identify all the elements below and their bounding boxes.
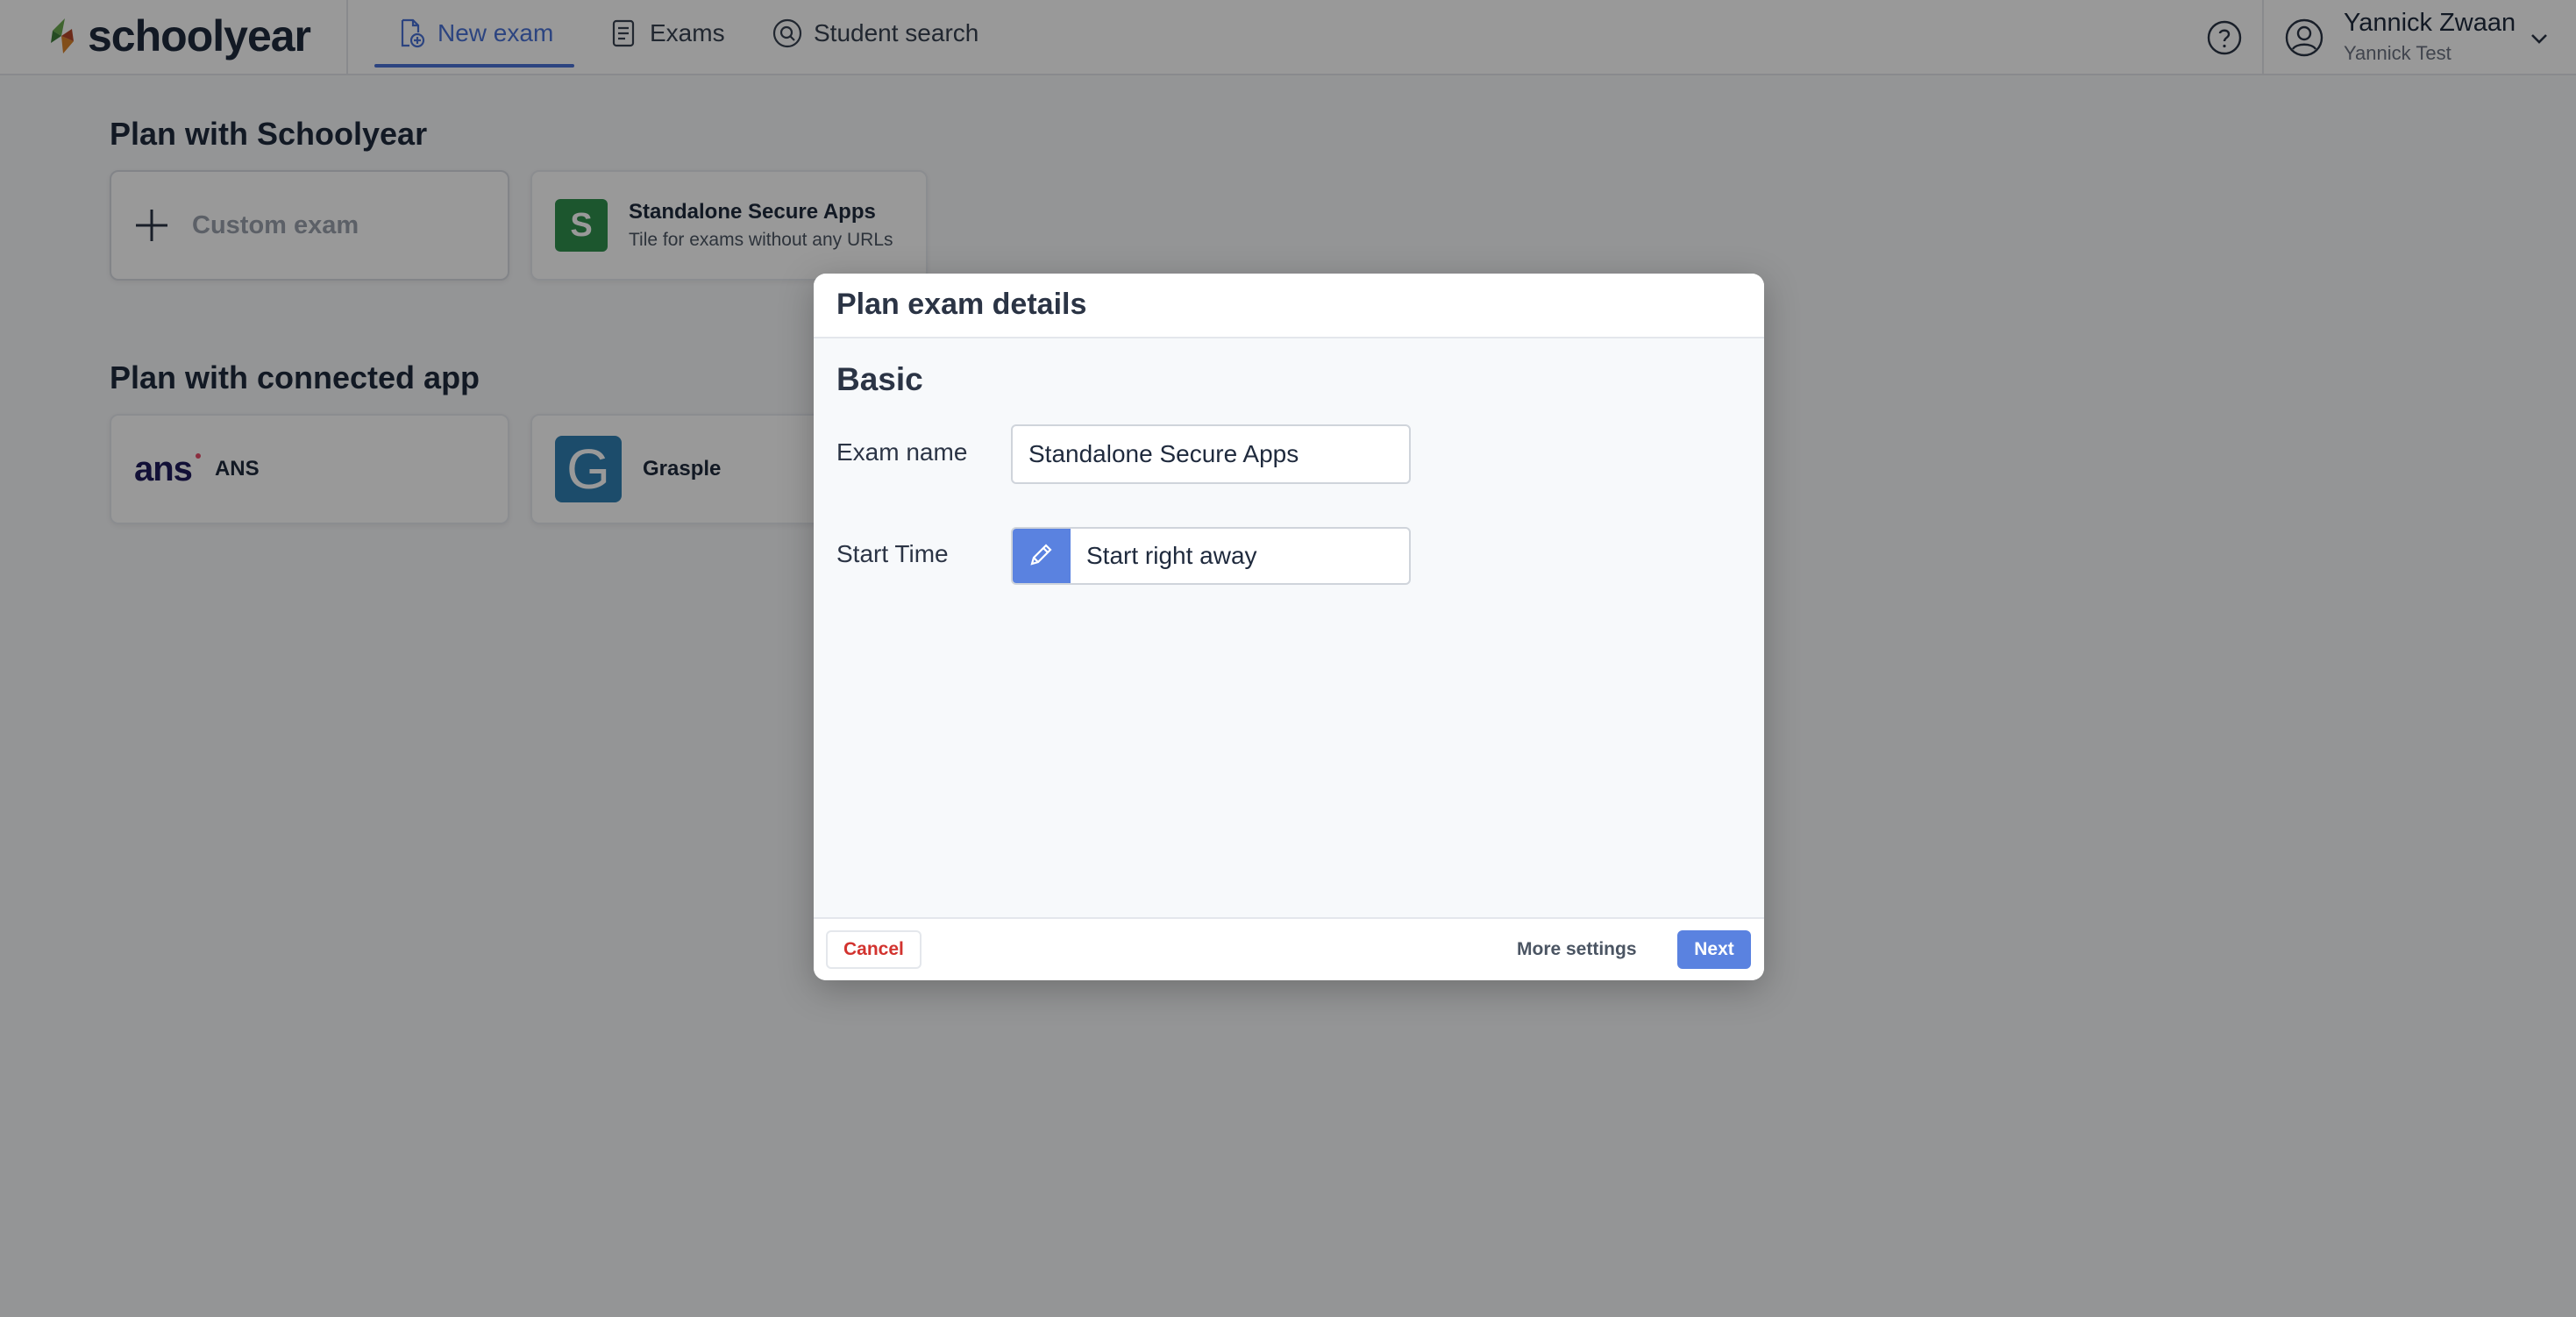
basic-section-title: Basic (836, 361, 923, 397)
start-time-field[interactable]: Start right away (1011, 527, 1411, 585)
pencil-icon (1030, 544, 1052, 566)
edit-start-time-button[interactable] (1013, 529, 1071, 583)
dialog-title: Plan exam details (836, 288, 1087, 321)
exam-name-label: Exam name (836, 438, 968, 466)
start-time-label: Start Time (836, 540, 949, 567)
dialog-footer: Cancel More settings Next (814, 917, 1764, 980)
more-settings-button[interactable]: More settings (1506, 930, 1647, 969)
exam-name-input[interactable] (1011, 424, 1411, 484)
dialog-header: Plan exam details (814, 274, 1764, 338)
start-time-value: Start right away (1086, 542, 1257, 569)
cancel-button[interactable]: Cancel (826, 930, 922, 969)
next-button[interactable]: Next (1677, 930, 1751, 969)
plan-exam-details-dialog: Plan exam details Basic Exam name Start … (814, 274, 1764, 980)
